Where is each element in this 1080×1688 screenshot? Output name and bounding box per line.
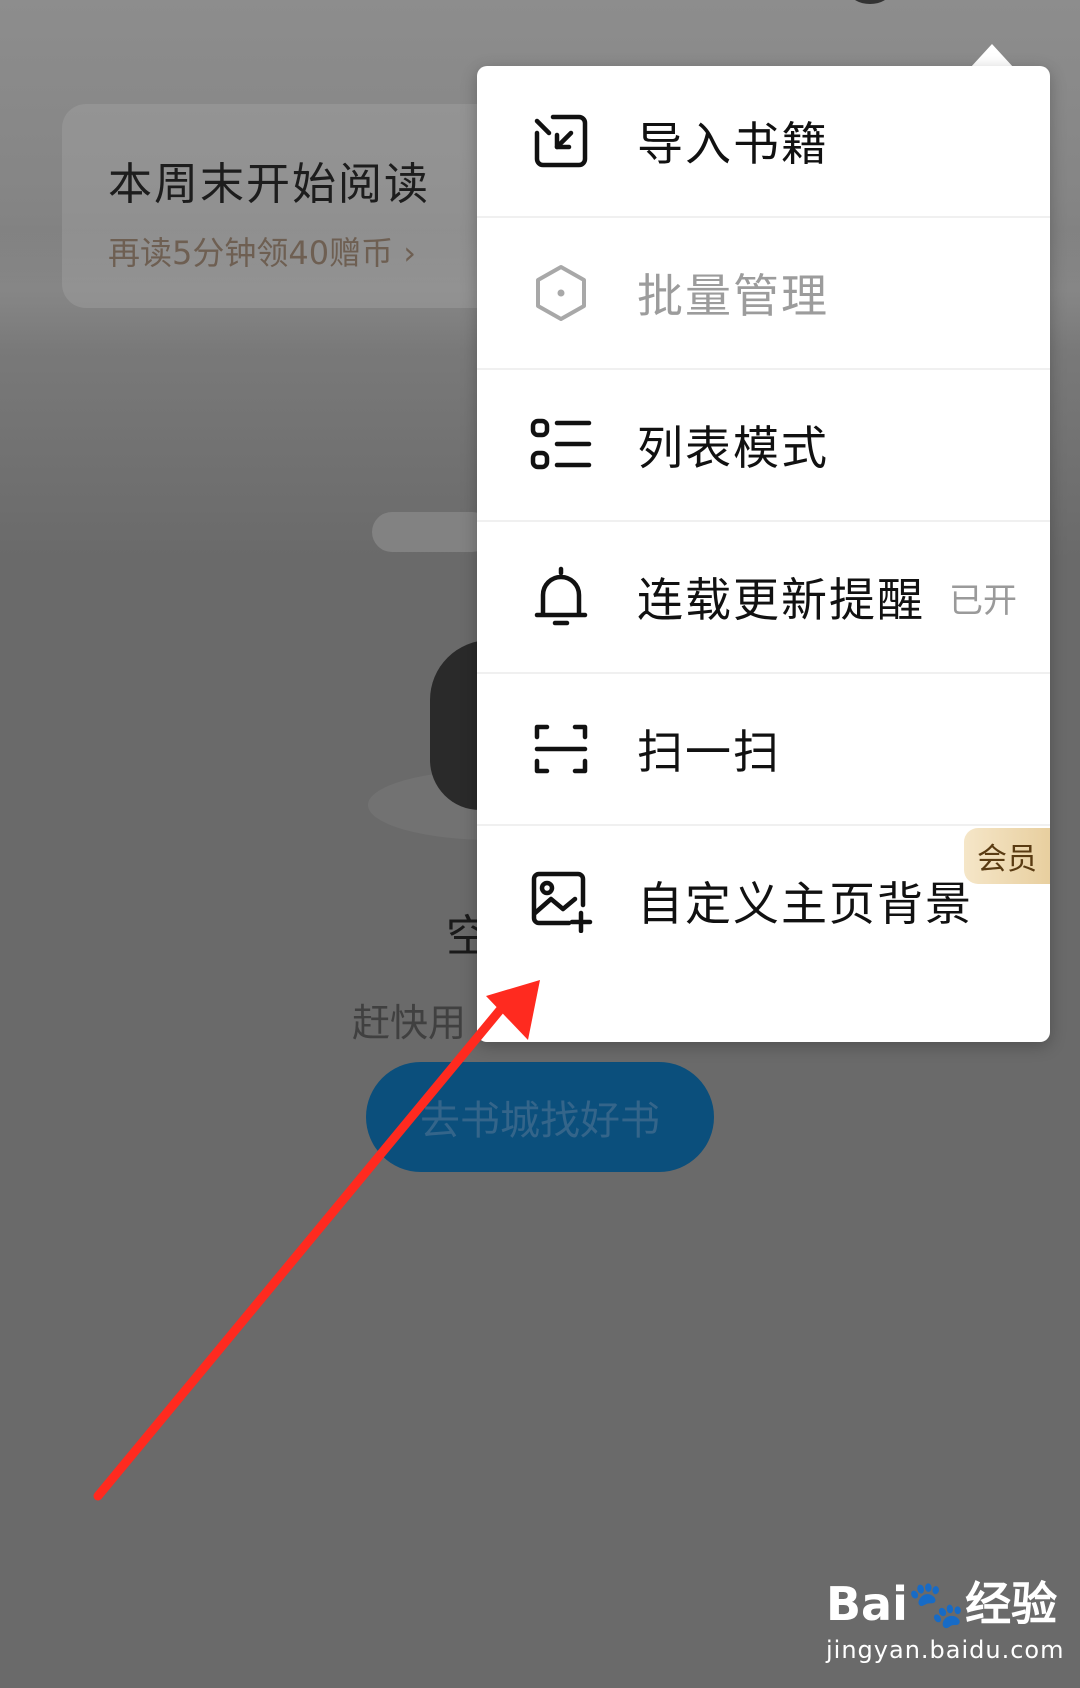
annotation-arrow	[93, 980, 540, 1501]
baidu-logo: Bai🐾经验	[826, 1577, 1058, 1631]
baidu-jingyan-watermark: Bai🐾经验 jingyan.baidu.com	[826, 1568, 1076, 1678]
watermark-url: jingyan.baidu.com	[826, 1636, 1065, 1664]
